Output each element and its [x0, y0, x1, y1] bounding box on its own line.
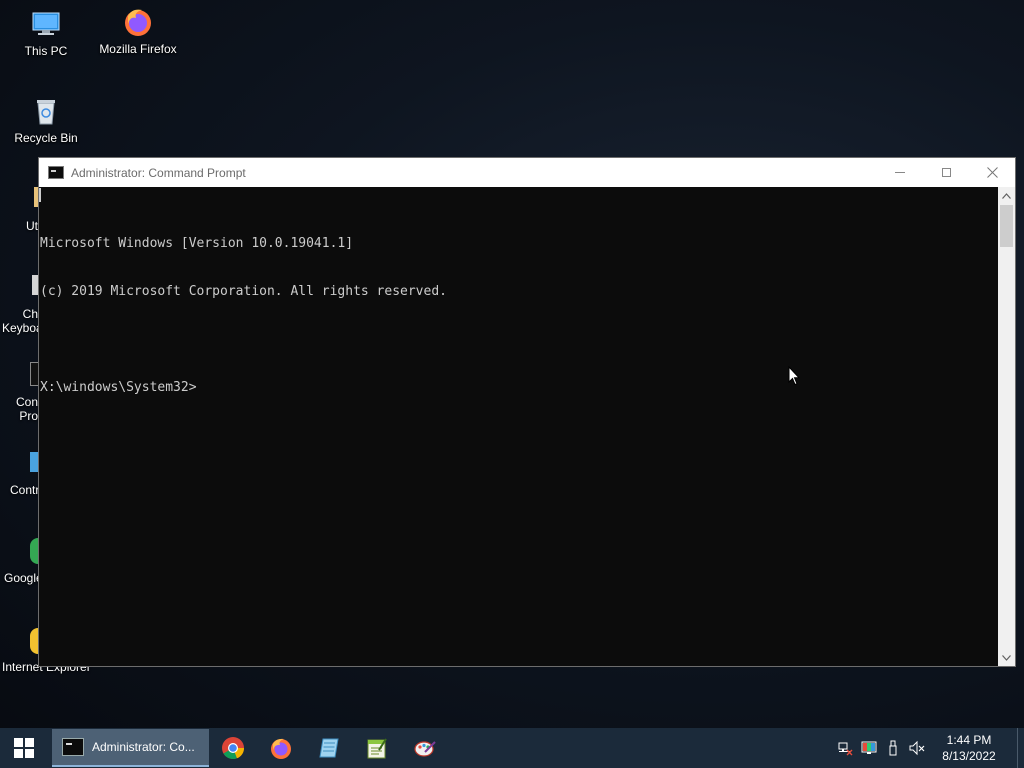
clock-date: 8/13/2022: [942, 749, 996, 763]
desktop-icon-label: This PC: [24, 44, 68, 58]
desktop-icon-label: Con Pro: [15, 395, 38, 423]
vertical-scrollbar[interactable]: [998, 187, 1015, 666]
window-titlebar[interactable]: Administrator: Command Prompt: [39, 158, 1015, 187]
tray-volume[interactable]: [905, 728, 929, 768]
taskbar-item-firefox[interactable]: [257, 728, 305, 768]
firefox-icon: [125, 9, 151, 36]
desktop-icon-label: Google: [4, 571, 43, 585]
chrome-icon: [30, 538, 38, 564]
desktop: This PC Mozilla Firefox Recycle Bin Ut C…: [0, 0, 1024, 768]
control-panel-icon: [30, 452, 38, 472]
console-line: (c) 2019 Microsoft Corporation. All righ…: [40, 284, 447, 299]
desktop-icon-label: Mozilla Firefox: [99, 42, 177, 56]
desktop-icon-firefox[interactable]: Mozilla Firefox: [92, 6, 184, 56]
recycle-bin-icon: [37, 100, 55, 125]
scroll-down-button[interactable]: [998, 649, 1015, 666]
firefox-icon: [271, 738, 291, 759]
clock-time: 1:44 PM: [946, 733, 992, 747]
scroll-thumb[interactable]: [1000, 205, 1013, 247]
maximize-button[interactable]: [923, 158, 969, 187]
console-line: Microsoft Windows [Version 10.0.19041.1]: [40, 236, 354, 251]
taskbar-item-paint[interactable]: [401, 728, 449, 768]
desktop-icon-label: Ut: [26, 219, 38, 233]
tray-usb[interactable]: [881, 728, 905, 768]
desktop-icon-label: Contr: [10, 483, 40, 497]
command-prompt-icon: [48, 166, 64, 179]
tray-network[interactable]: [833, 728, 857, 768]
command-prompt-icon: [62, 738, 84, 756]
desktop-icon-label: Recycle Bin: [14, 131, 78, 145]
computer-icon: [32, 12, 60, 35]
window-title: Administrator: Command Prompt: [71, 165, 246, 180]
desktop-icon-this-pc[interactable]: This PC: [0, 8, 92, 58]
show-desktop-button[interactable]: [1017, 728, 1024, 768]
taskbar-clock[interactable]: 1:44 PM 8/13/2022: [929, 732, 1009, 764]
console-prompt: X:\windows\System32>: [40, 380, 197, 395]
network-disconnected-icon: [838, 742, 853, 756]
text-cursor: [39, 188, 41, 202]
volume-muted-icon: [909, 740, 925, 756]
close-icon: [986, 167, 998, 178]
chevron-up-icon: [1002, 192, 1011, 199]
minimize-button[interactable]: [877, 158, 923, 187]
usb-device-icon: [889, 740, 897, 756]
notepad-icon: [319, 738, 339, 758]
taskbar-item-notepad-plus[interactable]: [353, 728, 401, 768]
system-tray: 1:44 PM 8/13/2022: [833, 728, 1024, 768]
mouse-pointer-icon: [788, 366, 800, 386]
taskbar-item-command-prompt[interactable]: Administrator: Co...: [52, 729, 209, 767]
desktop-icon-label: Ch Keyboa: [2, 307, 43, 335]
scroll-up-button[interactable]: [998, 187, 1015, 204]
chrome-icon: [222, 737, 245, 760]
display-settings-icon: [861, 741, 877, 754]
close-button[interactable]: [969, 158, 1015, 187]
minimize-icon: [895, 172, 905, 173]
taskbar: Administrator: Co... 1:44 PM 8/13/2022: [0, 728, 1024, 768]
tray-display[interactable]: [857, 728, 881, 768]
taskbar-item-notepad[interactable]: [305, 728, 353, 768]
command-prompt-window[interactable]: Administrator: Command Prompt Microsoft …: [38, 157, 1016, 667]
taskbar-item-chrome[interactable]: [209, 728, 257, 768]
paint-icon: [414, 741, 436, 757]
maximize-icon: [941, 168, 951, 177]
taskbar-item-label: Administrator: Co...: [92, 740, 195, 754]
desktop-icon-recycle-bin[interactable]: Recycle Bin: [0, 95, 92, 145]
notepad-plus-icon: [367, 738, 387, 759]
console-output[interactable]: Microsoft Windows [Version 10.0.19041.1]…: [39, 187, 998, 666]
start-button[interactable]: [0, 728, 48, 768]
chevron-down-icon: [1002, 654, 1011, 661]
ie-icon: [30, 628, 38, 654]
windows-logo-icon: [14, 738, 34, 758]
